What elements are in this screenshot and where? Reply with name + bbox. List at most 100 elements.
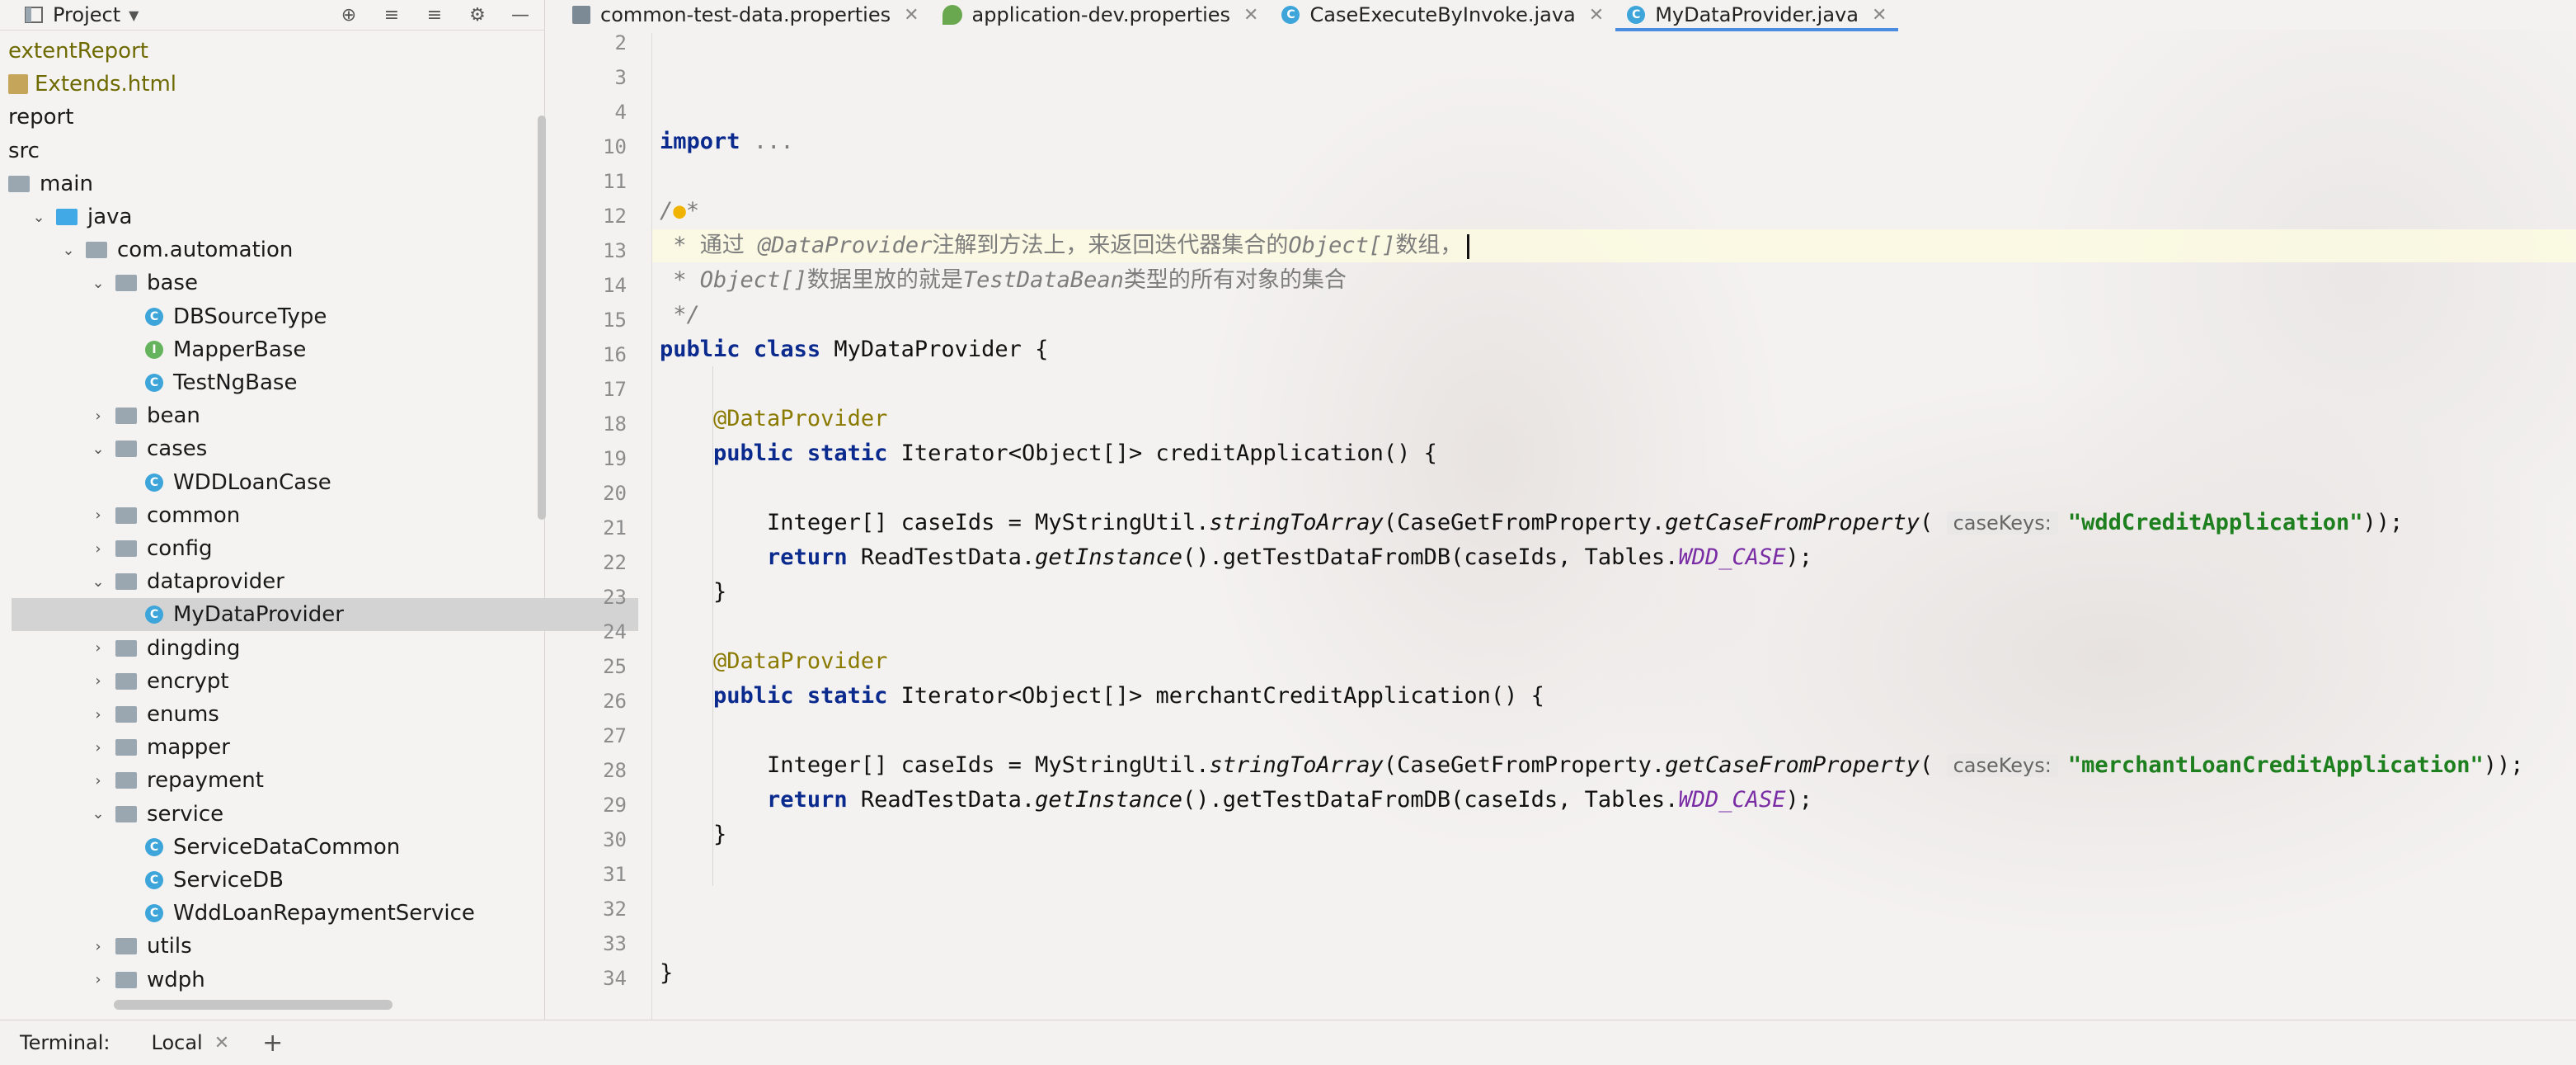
project-vertical-scrollbar[interactable] <box>538 115 546 520</box>
chevron-right-icon[interactable]: › <box>89 705 107 723</box>
tree-item[interactable]: ⌄ cases <box>0 432 620 465</box>
chevron-down-icon[interactable]: ⌄ <box>89 805 107 823</box>
chevron-down-icon[interactable]: ▼ <box>129 7 139 23</box>
tree-item[interactable]: › dingding <box>0 632 620 665</box>
project-view-selector[interactable]: Project ▼ <box>25 3 139 26</box>
folder-icon <box>115 507 137 524</box>
line-number: 13 <box>603 239 627 262</box>
folder-icon <box>115 275 137 292</box>
line-number: 29 <box>603 794 627 817</box>
tree-item[interactable]: ⌄ base <box>0 266 620 299</box>
tree-item[interactable]: C WddLoanRepaymentService <box>0 897 650 930</box>
tree-item[interactable]: › mapper <box>0 731 620 764</box>
tree-item[interactable]: extentReport <box>0 35 531 68</box>
line-number: 31 <box>603 863 627 886</box>
tree-item[interactable]: › encrypt <box>0 665 620 698</box>
tree-item[interactable]: › utils <box>0 930 620 963</box>
chevron-right-icon[interactable]: › <box>89 407 107 425</box>
spring-leaf-icon <box>942 5 962 25</box>
tree-item[interactable]: ⌄ com.automation <box>0 233 590 266</box>
project-horizontal-scrollbar[interactable] <box>114 1000 393 1010</box>
tree-item-label: utils <box>147 934 192 959</box>
chevron-down-icon[interactable]: ⌄ <box>30 208 48 226</box>
chevron-right-icon[interactable]: › <box>89 738 107 756</box>
tree-item[interactable]: C WDDLoanCase <box>0 466 650 499</box>
tree-item[interactable]: › wdph <box>0 964 620 997</box>
collapse-all-icon[interactable]: ≡ <box>422 2 447 27</box>
parameter-hint: caseKeys: <box>1946 754 2058 777</box>
tree-item[interactable]: Extends.html <box>0 68 531 101</box>
tree-item[interactable]: C MyDataProvider <box>12 598 638 632</box>
line-number: 15 <box>603 309 627 332</box>
close-icon[interactable]: ✕ <box>904 5 919 26</box>
chevron-right-icon[interactable]: › <box>89 937 107 955</box>
import-keyword: import <box>660 129 740 154</box>
close-icon[interactable]: ✕ <box>1872 5 1887 26</box>
editor-tab-bar: common-test-data.properties ✕ application-… <box>561 0 2576 31</box>
bottom-tool-bar: Terminal: Local ✕ + <box>0 1020 2576 1065</box>
tree-item[interactable]: C ServiceDB <box>0 864 650 897</box>
tree-item-label: Extends.html <box>35 72 177 97</box>
tree-item-label: report <box>8 105 74 130</box>
tree-item[interactable]: C TestNgBase <box>0 366 650 399</box>
chevron-right-icon[interactable]: › <box>89 639 107 657</box>
tree-item[interactable]: › enums <box>0 698 620 731</box>
tree-item-label: wdph <box>147 967 205 992</box>
java-class-icon: C <box>145 374 163 392</box>
expand-all-icon[interactable]: ≡ <box>379 2 404 27</box>
code-line-15: public class MyDataProvider { <box>660 337 1049 362</box>
folder-icon <box>115 706 137 723</box>
minimize-icon[interactable]: — <box>508 2 533 27</box>
locate-icon[interactable]: ⊕ <box>336 2 361 27</box>
code-line-28: return ReadTestData.getInstance().getTes… <box>767 787 1812 813</box>
code-line-4: import ... <box>660 125 794 158</box>
line-number: 12 <box>603 205 627 228</box>
java-class-icon: C <box>145 606 163 624</box>
terminal-tab-local[interactable]: Local <box>152 1031 203 1054</box>
tree-item-label: MyDataProvider <box>173 602 344 628</box>
chevron-right-icon[interactable]: › <box>89 971 107 989</box>
chevron-down-icon[interactable]: ⌄ <box>89 274 107 292</box>
tree-item[interactable]: src <box>0 134 531 167</box>
gear-icon[interactable]: ⚙ <box>465 2 490 27</box>
folder-icon <box>115 573 137 591</box>
folder-icon <box>115 938 137 955</box>
tree-item[interactable]: I MapperBase <box>0 333 650 366</box>
new-terminal-button[interactable]: + <box>262 1029 283 1058</box>
gutter-divider <box>651 33 652 1020</box>
chevron-down-icon[interactable]: ⌄ <box>59 241 78 259</box>
tree-item[interactable]: › bean <box>0 399 620 432</box>
tree-item[interactable]: C DBSourceType <box>0 300 650 333</box>
tree-item[interactable]: C ServiceDataCommon <box>0 831 650 864</box>
tree-item[interactable]: › repayment <box>0 764 620 797</box>
chevron-right-icon[interactable]: › <box>89 771 107 789</box>
close-icon[interactable]: ✕ <box>1243 5 1258 26</box>
chevron-right-icon[interactable]: › <box>89 672 107 690</box>
line-number: 25 <box>603 655 627 678</box>
close-icon[interactable]: ✕ <box>1589 5 1604 26</box>
chevron-right-icon[interactable]: › <box>89 507 107 525</box>
tree-item-label: mapper <box>147 735 230 761</box>
tree-item[interactable]: report <box>0 101 531 134</box>
folded-imports[interactable]: ... <box>754 129 794 154</box>
tree-item-label: ServiceDataCommon <box>173 834 401 860</box>
tree-item[interactable]: › config <box>0 532 620 565</box>
chevron-down-icon[interactable]: ⌄ <box>89 573 107 591</box>
tree-item[interactable]: main <box>0 167 531 200</box>
editor-tab[interactable]: application-dev.properties ✕ <box>931 0 1271 30</box>
chevron-down-icon[interactable]: ⌄ <box>89 440 107 458</box>
editor-tab[interactable]: common-test-data.properties ✕ <box>561 0 931 30</box>
tree-item[interactable]: ⌄ dataprovider <box>0 565 620 598</box>
line-number: 23 <box>603 586 627 609</box>
code-line-33: } <box>660 960 674 986</box>
editor-tab[interactable]: C CaseExecuteByInvoke.java ✕ <box>1270 0 1615 30</box>
tree-item[interactable]: ⌄ java <box>0 200 561 233</box>
editor-tab[interactable]: C MyDataProvider.java ✕ <box>1615 0 1899 31</box>
tree-item[interactable]: › common <box>0 499 620 532</box>
line-number: 26 <box>603 690 627 713</box>
close-icon[interactable]: ✕ <box>214 1033 229 1053</box>
lightbulb-icon[interactable]: ● <box>673 199 686 224</box>
tree-item[interactable]: ⌄ service <box>0 798 620 831</box>
chevron-right-icon[interactable]: › <box>89 540 107 558</box>
line-number: 33 <box>603 932 627 955</box>
